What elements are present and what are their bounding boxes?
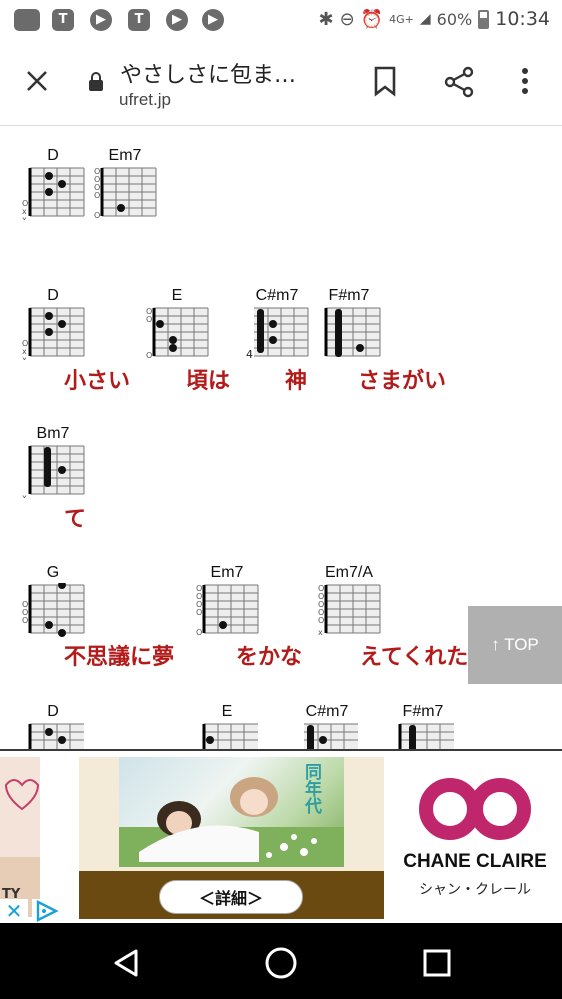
ad-photo: 同年代: [119, 757, 344, 867]
home-icon[interactable]: [261, 943, 301, 983]
svg-text:x: x: [22, 493, 27, 498]
scroll-to-top-button[interactable]: ↑ TOP: [468, 606, 562, 684]
svg-text:O: O: [196, 608, 202, 617]
chord-name: E: [221, 703, 233, 720]
share-icon[interactable]: [442, 65, 476, 99]
lyric-segment: をかな: [236, 645, 303, 670]
svg-text:x: x: [22, 355, 27, 360]
ad-brand-kana: シャン・クレール: [419, 882, 531, 898]
chord-name: Em7/A: [324, 564, 373, 581]
gamepad-notification-icon: [14, 9, 40, 31]
svg-text:O: O: [146, 315, 152, 324]
android-nav-bar: [0, 923, 562, 999]
network-type: 4G+: [389, 12, 414, 26]
clock: 10:34: [495, 8, 550, 30]
ad-brand-panel[interactable]: CHANE CLAIRE シャン・クレール: [388, 757, 562, 922]
svg-text:O: O: [318, 616, 324, 625]
chord-diagram: x: [22, 445, 85, 498]
page-title[interactable]: やさしさに包ま…: [120, 57, 296, 89]
battery-percent: 60%: [436, 9, 473, 29]
chord-name: E: [171, 287, 183, 304]
chord-diagram: OOOOO: [94, 167, 157, 220]
chord-name: C#m7: [305, 703, 349, 720]
lyric-segment: さまがい: [358, 369, 447, 394]
ad-main-panel[interactable]: 同年代 ＜詳細＞: [79, 757, 384, 919]
app-t-notification-icon-2: T: [128, 9, 150, 31]
ad-close-icon[interactable]: ✕: [0, 899, 28, 923]
chord-diagram: OOOOO: [196, 584, 259, 637]
ad-banner[interactable]: TY 同年代 ＜詳細＞ CHANE CLAIRE シャン・クレール ✕: [0, 749, 562, 923]
svg-text:O: O: [94, 191, 100, 200]
ad-detail-button[interactable]: ＜詳細＞: [159, 880, 303, 914]
play-notification-icon-2: ▶: [166, 9, 188, 31]
close-icon[interactable]: [20, 64, 54, 98]
svg-text:x: x: [22, 215, 27, 220]
chord-diagram: [28, 723, 84, 749]
chord-name: Bm7: [36, 425, 70, 442]
chord-diagram: OOO: [22, 583, 85, 637]
chord-diagram: OOOOOx: [318, 584, 381, 637]
browser-toolbar: やさしさに包ま… ufret.jp: [0, 38, 562, 126]
dnd-icon: ⊖: [339, 8, 355, 30]
chord-name: C#m7: [255, 287, 299, 304]
lyric-segment: 頃は: [186, 369, 231, 394]
chord-diagram: [324, 307, 381, 357]
lyric-segment: えてくれた: [360, 645, 469, 670]
svg-text:O: O: [146, 351, 152, 360]
play-notification-icon-3: ▶: [202, 9, 224, 31]
battery-icon: [478, 9, 490, 29]
chord-name: G: [46, 564, 60, 581]
adchoices-icon[interactable]: [32, 899, 62, 923]
svg-text:O: O: [196, 628, 202, 637]
bookmark-icon[interactable]: [370, 65, 400, 97]
chord-diagram: [304, 723, 358, 749]
recents-icon[interactable]: [417, 943, 457, 983]
chord-diagram: 4: [246, 307, 309, 360]
svg-text:x: x: [318, 628, 323, 637]
lyric-segment: 不思議に夢: [64, 645, 175, 670]
chord-name: D: [47, 147, 59, 164]
lyric-segment: 小さい: [64, 369, 131, 394]
signal-icon: ◢: [419, 11, 431, 27]
lock-icon: [89, 72, 103, 91]
lyric-segment: 神: [285, 369, 308, 394]
svg-text:O: O: [94, 211, 100, 220]
chord-diagram: OOO: [146, 307, 209, 360]
chord-name: F#m7: [328, 287, 370, 304]
svg-text:O: O: [22, 616, 28, 625]
chord-diagram: Oxx: [22, 307, 85, 360]
status-bar: T ▶ T ▶ ▶ ✱ ⊖ ⏰ 4G+ ◢ 60% 10:34: [0, 0, 562, 38]
brand-logo-icon: [419, 778, 531, 840]
play-notification-icon: ▶: [90, 9, 112, 31]
chord-diagram: Oxx: [22, 167, 85, 220]
lyric-segment: て: [64, 507, 87, 532]
alarm-icon: ⏰: [360, 8, 384, 30]
ad-brand-name: CHANE CLAIRE: [403, 851, 547, 872]
fret-marker: 4: [246, 348, 253, 360]
app-t-notification-icon: T: [52, 9, 74, 31]
page-url[interactable]: ufret.jp: [119, 90, 171, 110]
chord-name: F#m7: [402, 703, 444, 720]
chord-diagram: [202, 723, 258, 749]
ad-left-panel[interactable]: TY: [0, 757, 76, 917]
chord-diagram: [398, 723, 454, 749]
ad-photo-text: 同年代: [301, 763, 321, 814]
chord-name: Em7: [210, 564, 244, 581]
chord-name: D: [47, 703, 59, 720]
chord-name: D: [47, 287, 59, 304]
chord-name: Em7: [108, 147, 142, 164]
back-icon[interactable]: [106, 943, 146, 983]
more-options-icon[interactable]: [512, 64, 538, 98]
bluetooth-icon: ✱: [318, 8, 334, 30]
